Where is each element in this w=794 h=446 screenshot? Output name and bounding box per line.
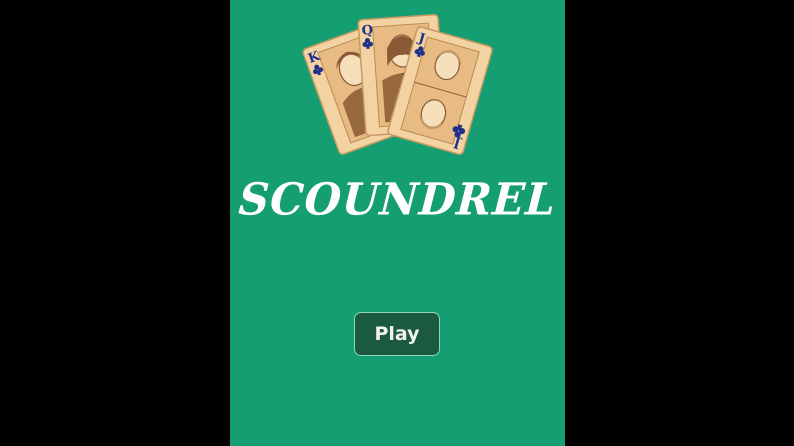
play-button[interactable]: Play (354, 312, 440, 356)
queen-rank-label: Q (361, 23, 373, 39)
screen-background: K Q J J SCOUNDREL Play (0, 0, 794, 446)
card-fan-logo: K Q J J (292, 10, 506, 170)
game-title: SCOUNDREL (237, 173, 558, 226)
game-panel: K Q J J SCOUNDREL Play (230, 0, 565, 446)
card-fan-illustration: K Q J J (302, 13, 493, 155)
